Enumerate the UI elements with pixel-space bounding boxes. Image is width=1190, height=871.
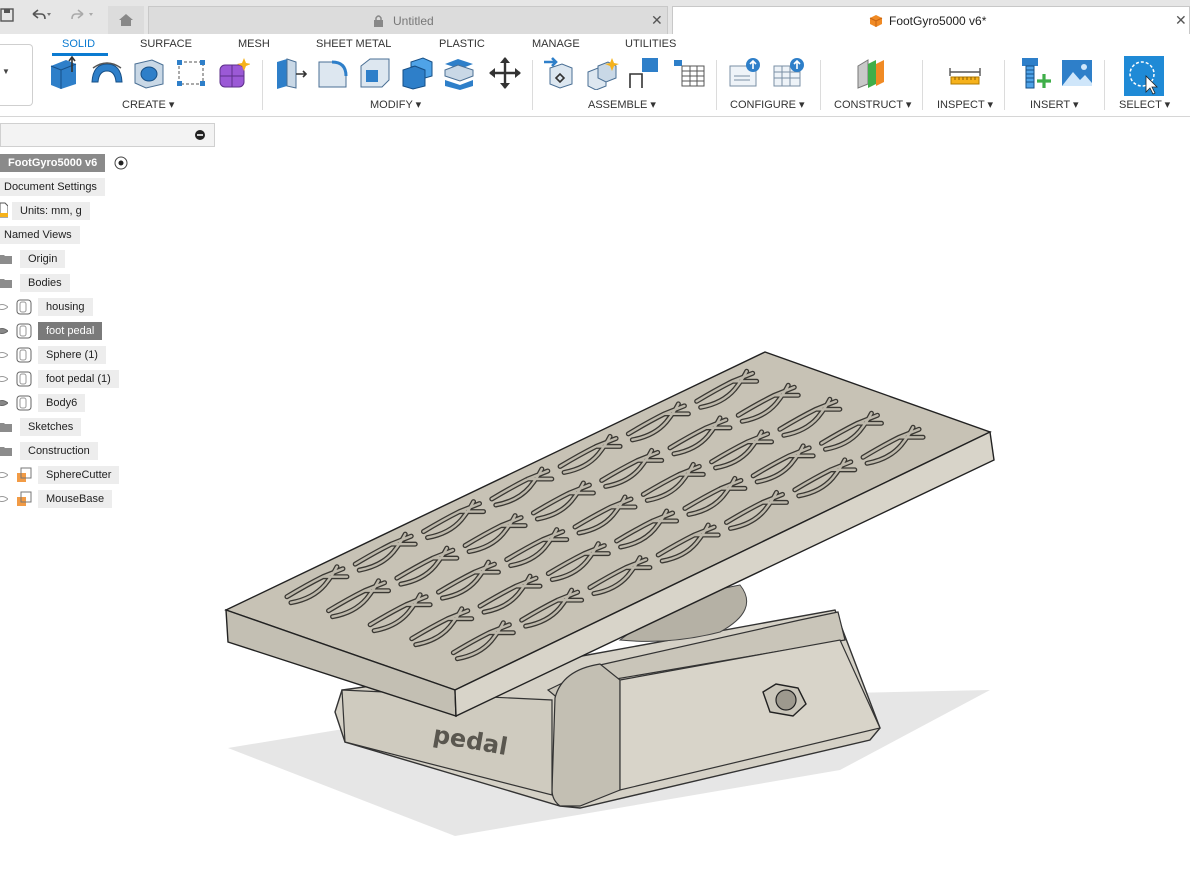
viewport-canvas[interactable]: pedal	[0, 0, 1190, 871]
